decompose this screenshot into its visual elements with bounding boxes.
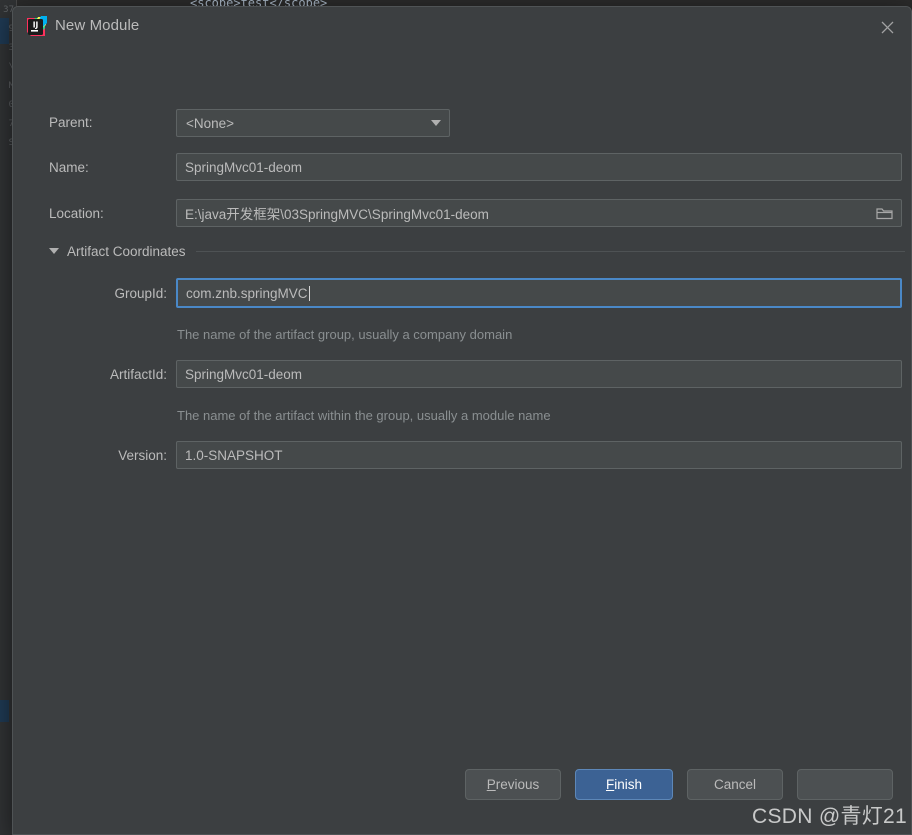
gutter-selection-mid <box>0 700 9 722</box>
artifactid-hint: The name of the artifact within the grou… <box>177 408 551 423</box>
intellij-idea-icon: IJ <box>25 16 47 38</box>
previous-button-label: Previous <box>487 777 540 792</box>
dialog-footer: Previous Finish Cancel <box>13 756 911 834</box>
parent-combobox[interactable]: <None> <box>176 109 450 137</box>
artifact-coordinates-title: Artifact Coordinates <box>67 244 186 259</box>
parent-combobox-value: <None> <box>177 116 423 131</box>
svg-text:IJ: IJ <box>33 21 39 30</box>
close-icon[interactable] <box>869 11 905 43</box>
finish-button[interactable]: Finish <box>575 769 673 800</box>
location-input[interactable]: E:\java开发框架\03SpringMVC\SpringMvc01-deom <box>176 199 902 227</box>
artifactid-input[interactable]: SpringMvc01-deom <box>176 360 902 388</box>
gutter-selection-top <box>0 18 9 44</box>
folder-icon[interactable] <box>871 203 897 223</box>
name-input-value: SpringMvc01-deom <box>185 160 302 175</box>
location-input-value: E:\java开发框架\03SpringMVC\SpringMvc01-deom <box>185 203 489 223</box>
name-label: Name: <box>49 160 89 175</box>
name-input[interactable]: SpringMvc01-deom <box>176 153 902 181</box>
artifact-coordinates-section-header[interactable]: Artifact Coordinates <box>49 241 905 261</box>
version-input[interactable]: 1.0-SNAPSHOT <box>176 441 902 469</box>
help-button[interactable] <box>797 769 893 800</box>
new-module-dialog: IJ New Module Parent: <None> Name: Sprin… <box>12 6 912 835</box>
finish-button-label: Finish <box>606 777 642 792</box>
artifactid-input-value: SpringMvc01-deom <box>185 367 302 382</box>
cancel-button[interactable]: Cancel <box>687 769 783 800</box>
location-label: Location: <box>49 206 104 221</box>
section-divider <box>196 251 905 252</box>
text-caret <box>309 286 310 301</box>
artifactid-label: ArtifactId: <box>49 367 167 382</box>
parent-label: Parent: <box>49 115 93 130</box>
version-label: Version: <box>49 448 167 463</box>
dialog-titlebar: IJ New Module <box>13 7 911 47</box>
dialog-form-body: Parent: <None> Name: SpringMvc01-deom Lo… <box>13 47 911 757</box>
groupid-hint: The name of the artifact group, usually … <box>177 327 512 342</box>
chevron-down-icon <box>423 120 449 126</box>
previous-button[interactable]: Previous <box>465 769 561 800</box>
version-input-value: 1.0-SNAPSHOT <box>185 448 283 463</box>
groupid-input[interactable]: com.znb.springMVC <box>176 278 902 308</box>
cancel-button-label: Cancel <box>714 777 756 792</box>
groupid-label: GroupId: <box>49 286 167 301</box>
groupid-input-value: com.znb.springMVC <box>186 286 308 301</box>
dialog-title: New Module <box>55 17 139 34</box>
triangle-down-icon[interactable] <box>49 248 59 254</box>
